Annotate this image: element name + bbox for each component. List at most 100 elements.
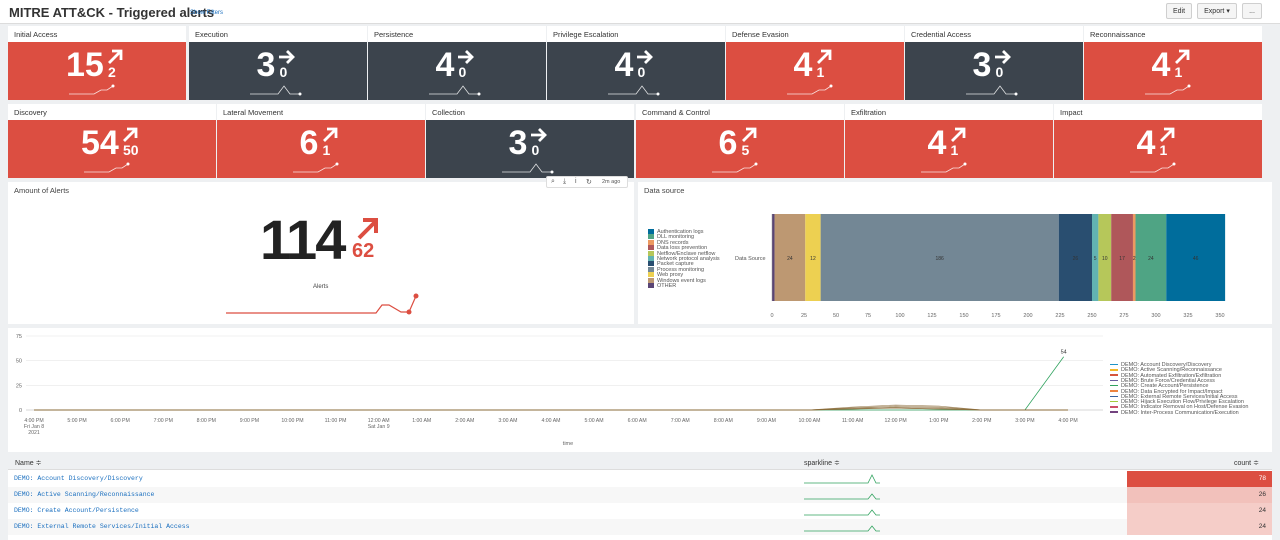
- timeline-x-tick: 10:00 PM: [281, 418, 303, 424]
- tile-initial-access[interactable]: Initial Access 15 2: [8, 26, 186, 100]
- sparkline-column-header[interactable]: sparkline ≑: [804, 459, 840, 467]
- data-source-x-tick: 225: [1055, 313, 1064, 319]
- legend-swatch: [1110, 384, 1118, 387]
- tile-impact[interactable]: Impact 41: [1054, 104, 1262, 178]
- timeline-series-line[interactable]: [34, 405, 1068, 411]
- tile-privilege-escalation[interactable]: Privilege Escalation 40: [547, 26, 725, 100]
- data-source-x-tick: 150: [959, 313, 968, 319]
- data-source-x-tick: 100: [895, 313, 904, 319]
- table-row[interactable]: DEMO: Active Scanning/Reconnaissance 26: [8, 487, 1272, 503]
- tile-header: Command & Control: [636, 104, 844, 120]
- timeline-x-tick: 1:00 AM: [412, 418, 431, 424]
- data-source-panel: Data source Authentication logs DLL monit…: [638, 182, 1272, 324]
- export-button[interactable]: Export ▾: [1197, 3, 1237, 19]
- tile-sparkline: [69, 84, 115, 95]
- data-source-segment-label: 17: [1119, 256, 1125, 262]
- timeline-legend-item[interactable]: DEMO: Inter-Process Communication/Execut…: [1110, 410, 1239, 416]
- data-source-segment-label: 46: [1193, 256, 1199, 262]
- tile-value: 3: [256, 46, 276, 84]
- row-name-link[interactable]: DEMO: Create Account/Persistence: [14, 507, 139, 514]
- table-row[interactable]: DEMO: Account Discovery/Discovery 78: [8, 471, 1272, 487]
- legend-swatch: [1110, 363, 1118, 366]
- tile-credential-access[interactable]: Credential Access 30: [905, 26, 1083, 100]
- more-button[interactable]: ...: [1242, 3, 1262, 19]
- timeline-x-tick: 7:00 AM: [671, 418, 690, 424]
- tile-body: 41: [1054, 120, 1262, 178]
- tile-persistence[interactable]: Persistence 40: [368, 26, 546, 100]
- row-count-cell: 24: [1127, 503, 1272, 519]
- legend-swatch: [1110, 395, 1118, 398]
- tile-delta: 1: [322, 142, 331, 158]
- row-count-cell: 78: [1127, 471, 1272, 487]
- timeline-peak-label: 54: [1061, 350, 1067, 356]
- name-column-header[interactable]: Name ≑: [15, 459, 41, 467]
- tile-value: 54: [81, 124, 119, 162]
- info-icon[interactable]: i: [575, 178, 577, 185]
- tile-label: Command & Control: [642, 108, 710, 117]
- amount-panel-title: Amount of Alerts: [14, 186, 70, 195]
- tile-body: 61: [217, 120, 425, 178]
- timeline-series-line[interactable]: [34, 356, 1065, 411]
- tile-header: Lateral Movement: [217, 104, 425, 120]
- row-name-link[interactable]: DEMO: External Remote Services/Initial A…: [14, 523, 190, 530]
- tile-body: 41: [726, 42, 904, 100]
- legend-swatch: [1110, 369, 1118, 371]
- timeline-x-tick: 5:00 AM: [585, 418, 604, 424]
- timeline-x-tick: 11:00 AM: [842, 418, 864, 424]
- tile-discovery[interactable]: Discovery 54 50: [8, 104, 216, 178]
- refresh-icon[interactable]: ↻: [586, 178, 592, 186]
- tile-delta: 0: [995, 64, 1004, 80]
- tile-delta: 0: [458, 64, 467, 80]
- row-count: 24: [1258, 523, 1266, 530]
- timeline-y-tick: 50: [16, 359, 22, 365]
- tile-body: 15 2: [8, 42, 186, 100]
- tile-lateral-movement[interactable]: Lateral Movement 61: [217, 104, 425, 178]
- data-source-segment-label: 2: [1133, 256, 1136, 262]
- table-header: Name ≑ sparkline ≑ count ≑: [8, 456, 1272, 470]
- tile-label: Impact: [1060, 108, 1083, 117]
- data-source-bar-segment[interactable]: [772, 214, 775, 301]
- panel-toolbar: ⌕ ⤓ i ↻ 2m ago: [546, 176, 628, 188]
- tile-body: 30: [905, 42, 1083, 100]
- alerts-table: Name ≑ sparkline ≑ count ≑ DEMO: Account…: [8, 456, 1272, 540]
- tile-reconnaissance[interactable]: Reconnaissance 41: [1084, 26, 1262, 100]
- tile-body: 40: [368, 42, 546, 100]
- tile-header: Defense Evasion: [726, 26, 904, 42]
- tile-sparkline: [502, 163, 554, 174]
- timeline-panel: 75 50 25 0 4:00 PM Fri Jan 8 2021 5:00 PM 6:00 P…: [8, 328, 1272, 452]
- tile-header: Impact: [1054, 104, 1262, 120]
- tile-defense-evasion[interactable]: Defense Evasion 41: [726, 26, 904, 100]
- tile-delta: 5: [741, 142, 750, 158]
- tile-delta: 0: [531, 142, 540, 158]
- row-name-link[interactable]: DEMO: Account Discovery/Discovery: [14, 475, 143, 482]
- timeline-chart: 75502504:00 PMFri Jan 820215:00 PM 6:00 P…: [16, 334, 1103, 447]
- tile-delta: 50: [123, 142, 139, 158]
- row-name-link[interactable]: DEMO: Active Scanning/Reconnaissance: [14, 491, 154, 498]
- tile-collection[interactable]: Collection 30: [426, 104, 634, 178]
- edit-button[interactable]: Edit: [1166, 3, 1192, 19]
- row-sparkline: [804, 509, 880, 516]
- tile-exfiltration[interactable]: Exfiltration 41: [845, 104, 1053, 178]
- tile-execution[interactable]: Execution 30: [189, 26, 367, 100]
- refresh-time: 2m ago: [602, 179, 621, 185]
- download-icon[interactable]: ⤓: [563, 178, 566, 186]
- timeline-x-tick: 2:00 PM: [972, 418, 991, 424]
- data-source-segment-label: 12: [810, 256, 816, 262]
- tile-label: Defense Evasion: [732, 30, 789, 39]
- count-column-header[interactable]: count ≑: [1234, 459, 1259, 467]
- tile-value: 3: [508, 124, 528, 162]
- search-icon[interactable]: ⌕: [551, 178, 555, 186]
- table-row[interactable]: DEMO: External Remote Services/Initial A…: [8, 519, 1272, 535]
- data-source-bar-chart: 24 12 186 26 5 10 17 2 24 46 0 25 50 75 100 125 150 175 20…: [770, 214, 1226, 319]
- show-filters-link[interactable]: Show Filters: [190, 10, 223, 16]
- tile-sparkline: [921, 162, 967, 173]
- tile-header: Privilege Escalation: [547, 26, 725, 42]
- data-source-x-tick: 75: [865, 313, 871, 319]
- alerts-delta-value: 62: [352, 240, 375, 262]
- table-row[interactable]: DEMO: Create Account/Persistence 24: [8, 503, 1272, 519]
- tile-sparkline: [1145, 84, 1191, 95]
- row-count-cell: 26: [1127, 487, 1272, 503]
- tile-command-control[interactable]: Command & Control 65: [636, 104, 844, 178]
- data-source-segment-label: 186: [936, 256, 945, 262]
- tile-sparkline: [429, 85, 481, 96]
